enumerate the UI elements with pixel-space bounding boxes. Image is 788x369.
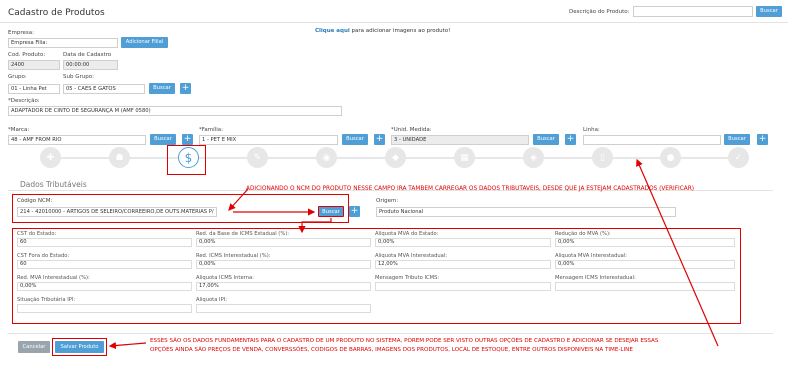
save-arrow — [108, 341, 147, 350]
annotation-arrows — [108, 158, 719, 350]
ncm-note-arrow — [228, 188, 249, 211]
timeline-arrow — [636, 158, 719, 347]
ncm-to-fields-arrow — [298, 218, 332, 234]
